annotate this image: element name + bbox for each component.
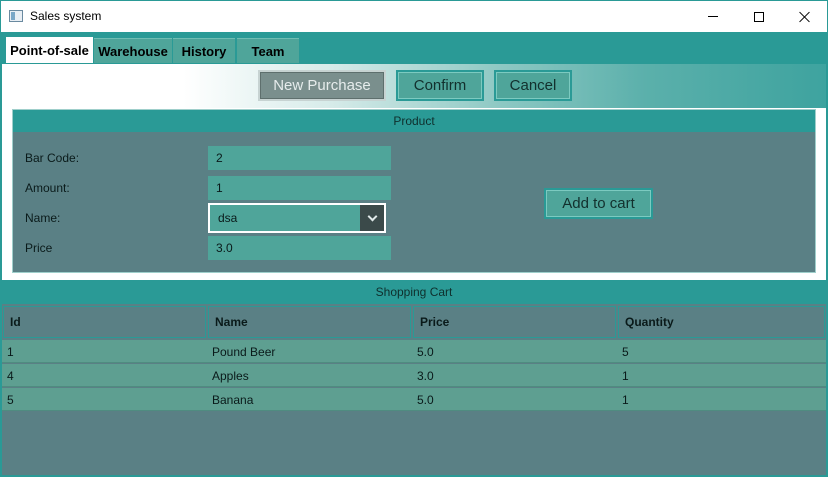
minimize-icon xyxy=(708,16,718,17)
window-title: Sales system xyxy=(30,9,102,23)
close-icon xyxy=(799,11,811,23)
cell-price: 3.0 xyxy=(417,368,434,383)
add-to-cart-button[interactable]: Add to cart xyxy=(544,188,653,219)
maximize-icon xyxy=(754,11,764,22)
cell-quantity: 1 xyxy=(622,392,629,407)
new-purchase-button[interactable]: New Purchase xyxy=(258,70,386,101)
price-field[interactable]: 3.0 xyxy=(208,236,391,260)
table-row[interactable]: 1 Pound Beer 5.0 5 xyxy=(2,340,826,363)
column-header-id[interactable]: Id xyxy=(3,306,206,338)
name-select-value: dsa xyxy=(218,211,238,225)
cell-price: 5.0 xyxy=(417,344,434,359)
cell-name: Apples xyxy=(212,368,249,383)
minimize-button[interactable] xyxy=(690,1,736,32)
maximize-button[interactable] xyxy=(736,1,782,32)
cell-id: 1 xyxy=(7,344,14,359)
cell-id: 5 xyxy=(7,392,14,407)
point-of-sale-panel: New Purchase Confirm Cancel Product Bar … xyxy=(1,63,827,476)
product-group: Product Bar Code: 2 Amount: 1 Name: dsa … xyxy=(12,109,816,273)
table-row[interactable]: 4 Apples 3.0 1 xyxy=(2,364,826,387)
tab-warehouse[interactable]: Warehouse xyxy=(94,38,172,63)
cell-quantity: 5 xyxy=(622,344,629,359)
purchase-toolbar: New Purchase Confirm Cancel xyxy=(2,64,826,108)
app-window: Sales system Point-of-sale Warehouse His… xyxy=(0,0,828,477)
cell-name: Pound Beer xyxy=(212,344,276,359)
amount-label: Amount: xyxy=(25,181,70,195)
column-header-quantity[interactable]: Quantity xyxy=(618,306,825,338)
name-label: Name: xyxy=(25,211,61,225)
bar-code-label: Bar Code: xyxy=(25,151,80,165)
tab-strip: Point-of-sale Warehouse History Team xyxy=(1,32,827,64)
close-button[interactable] xyxy=(782,1,828,32)
table-row[interactable]: 5 Banana 5.0 1 xyxy=(2,388,826,411)
bar-code-field[interactable]: 2 xyxy=(208,146,391,170)
column-header-name[interactable]: Name xyxy=(208,306,411,338)
tab-team[interactable]: Team xyxy=(237,38,299,63)
table-header: Id Name Price Quantity xyxy=(2,306,826,338)
shopping-cart-header: Shopping Cart xyxy=(2,280,826,304)
cell-price: 5.0 xyxy=(417,392,434,407)
amount-field[interactable]: 1 xyxy=(208,176,391,200)
cell-id: 4 xyxy=(7,368,14,383)
tab-history[interactable]: History xyxy=(173,38,235,63)
product-header: Product xyxy=(13,110,815,132)
price-label: Price xyxy=(25,241,53,255)
title-bar[interactable]: Sales system xyxy=(1,1,827,32)
tab-point-of-sale[interactable]: Point-of-sale xyxy=(6,37,93,64)
cell-quantity: 1 xyxy=(622,368,629,383)
cell-name: Banana xyxy=(212,392,254,407)
name-select[interactable]: dsa xyxy=(208,203,386,233)
column-header-price[interactable]: Price xyxy=(413,306,616,338)
cancel-button[interactable]: Cancel xyxy=(494,70,572,101)
app-icon xyxy=(9,10,23,22)
chevron-down-icon[interactable] xyxy=(360,205,384,231)
confirm-button[interactable]: Confirm xyxy=(396,70,484,101)
shopping-cart-table: Id Name Price Quantity 1 Pound Beer 5.0 … xyxy=(2,304,826,475)
